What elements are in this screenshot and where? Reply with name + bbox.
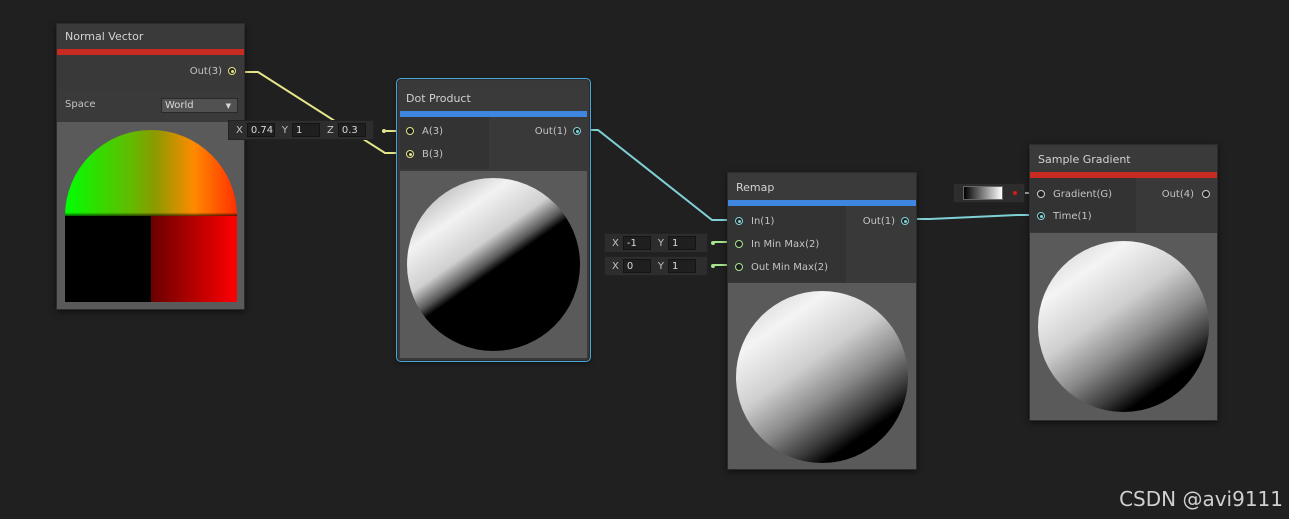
node-title[interactable]: Sample Gradient [1030, 147, 1217, 172]
x-input[interactable]: 0 [622, 259, 651, 273]
chevron-down-icon: ▼ [225, 102, 231, 110]
input-port-in-min-max[interactable]: In Min Max(2) [735, 234, 819, 256]
wire-remap-to-gradient-time[interactable] [908, 214, 1040, 220]
output-port-icon[interactable] [573, 127, 581, 135]
out-min-max-field: X 0 Y 1 [604, 256, 708, 276]
input-port-a[interactable]: A(3) [406, 121, 443, 143]
gradient-field[interactable] [953, 183, 1025, 203]
input-port-icon[interactable] [1037, 212, 1045, 220]
port-label: Out(1) [862, 216, 895, 227]
x-label: X [612, 260, 619, 272]
port-label: B(3) [422, 149, 444, 160]
output-port-icon[interactable] [901, 217, 909, 225]
y-label: Y [657, 237, 664, 249]
wire-normal-to-dot-b[interactable] [237, 71, 408, 154]
preview-area [728, 283, 916, 469]
y-label: Y [657, 260, 664, 272]
gradient-connector-dot [1013, 191, 1017, 195]
wire-dot-to-remap-in[interactable] [578, 129, 738, 221]
preview-area [400, 171, 587, 358]
y-input[interactable]: 1 [291, 123, 320, 137]
node-title[interactable]: Dot Product [398, 86, 589, 111]
y-input[interactable]: 1 [667, 259, 696, 273]
remap-node[interactable]: Remap In(1) In Min Max(2) Out Min Max(2)… [727, 172, 917, 470]
output-port[interactable]: Out(1) [535, 121, 581, 143]
output-port[interactable]: Out(1) [863, 211, 909, 233]
input-port-in[interactable]: In(1) [735, 211, 774, 233]
input-port-gradient[interactable]: Gradient(G) [1037, 184, 1112, 206]
outputs-area: Out(3) [57, 55, 244, 88]
input-port-b[interactable]: B(3) [406, 144, 443, 166]
input-port-icon[interactable] [735, 240, 743, 248]
dot-product-node[interactable]: Dot Product A(3) B(3) Out(1) [396, 78, 591, 362]
preview-area [1030, 233, 1217, 420]
output-port-icon[interactable] [228, 67, 236, 75]
port-label: Out(1) [534, 126, 567, 137]
sample-gradient-node[interactable]: Sample Gradient Gradient(G) Time(1) Out(… [1029, 144, 1218, 421]
x-input[interactable]: 0.74 [246, 123, 275, 137]
input-port-icon[interactable] [1037, 190, 1045, 198]
lower-right-quadrant [151, 216, 237, 302]
port-label: Out(4) [1161, 189, 1194, 200]
gradient-preview-sphere [1038, 241, 1209, 412]
y-label: Y [281, 124, 288, 136]
in-min-max-field: X -1 Y 1 [604, 233, 708, 253]
port-label: Out(3) [189, 66, 222, 77]
port-label: Out Min Max(2) [751, 262, 829, 273]
output-port[interactable]: Out(4) [1162, 184, 1210, 206]
output-port-row[interactable]: Out(3) [190, 61, 236, 83]
preview-area [57, 122, 244, 309]
x-label: X [236, 124, 243, 136]
normal-vector-node[interactable]: Normal Vector Out(3) Space World ▼ [56, 23, 245, 310]
input-port-icon[interactable] [406, 127, 414, 135]
gradient-swatch[interactable] [963, 186, 1003, 200]
x-label: X [612, 237, 619, 249]
space-row: Space World ▼ [57, 91, 244, 121]
x-input[interactable]: -1 [622, 236, 651, 250]
port-label: Time(1) [1053, 211, 1092, 222]
input-port-icon[interactable] [735, 263, 743, 271]
port-label: A(3) [422, 126, 444, 137]
input-port-icon[interactable] [735, 217, 743, 225]
port-label: In(1) [751, 216, 775, 227]
space-value: World [165, 100, 194, 111]
remap-preview-sphere [736, 291, 908, 463]
node-title[interactable]: Normal Vector [57, 24, 244, 49]
normal-preview-sphere [65, 130, 237, 302]
lower-left-quadrant [65, 216, 151, 302]
port-label: Gradient(G) [1053, 189, 1113, 200]
dot-b-vector3-field: X 0.74 Y 1 Z 0.3 [228, 120, 374, 140]
field-connector-dot [711, 264, 715, 268]
z-label: Z [326, 124, 334, 136]
input-port-time[interactable]: Time(1) [1037, 206, 1092, 228]
node-title[interactable]: Remap [728, 175, 916, 200]
space-label: Space [65, 99, 96, 110]
watermark: CSDN @avi9111 [1119, 487, 1283, 511]
input-port-out-min-max[interactable]: Out Min Max(2) [735, 257, 828, 279]
y-input[interactable]: 1 [667, 236, 696, 250]
z-input[interactable]: 0.3 [337, 123, 366, 137]
space-dropdown[interactable]: World ▼ [161, 98, 238, 113]
field-connector-dot [711, 241, 715, 245]
input-port-icon[interactable] [406, 150, 414, 158]
output-port-icon[interactable] [1202, 190, 1210, 198]
dot-preview-sphere [407, 178, 580, 351]
field-connector-dot [382, 129, 386, 133]
port-label: In Min Max(2) [751, 239, 820, 250]
